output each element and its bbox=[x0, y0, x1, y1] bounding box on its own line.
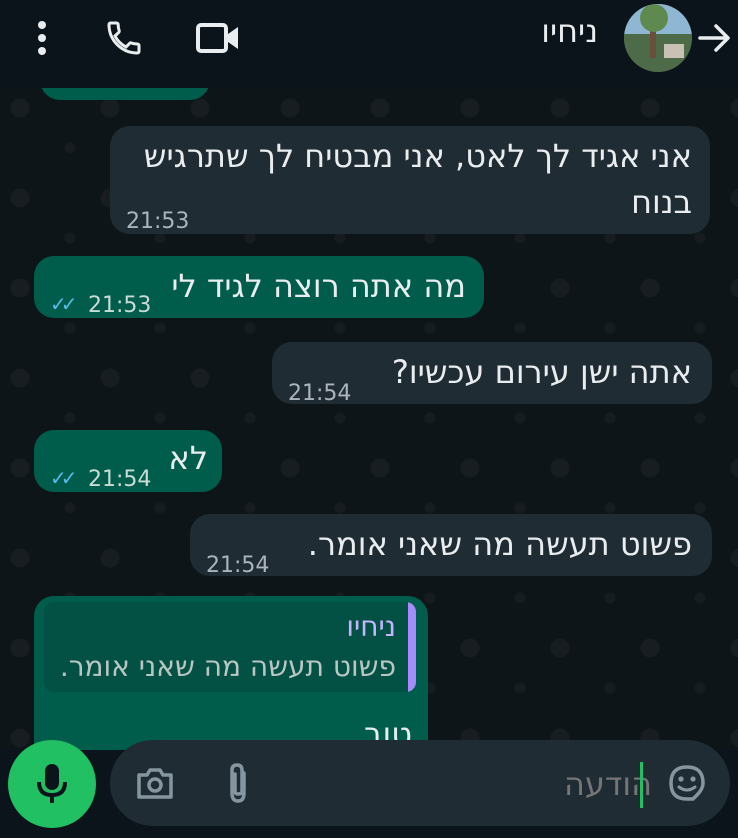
message-input-container bbox=[110, 740, 730, 826]
message-time: 21:53 bbox=[88, 293, 152, 318]
camera-icon bbox=[137, 768, 173, 799]
message-text: בנוח bbox=[631, 183, 692, 221]
chat-header: ניחיו bbox=[0, 0, 738, 88]
avatar[interactable] bbox=[624, 4, 692, 72]
message-bubble-outgoing[interactable]: לא 21:54 ✓✓ bbox=[34, 430, 222, 492]
attach-icon bbox=[230, 763, 246, 803]
message-time: 21:54 bbox=[88, 467, 152, 492]
message-text: לא bbox=[168, 439, 208, 477]
quote-accent-bar bbox=[408, 602, 416, 692]
message-time: 21:54 bbox=[288, 381, 352, 406]
quote-author: ניחיו bbox=[346, 610, 396, 643]
emoji-button[interactable] bbox=[662, 758, 712, 808]
message-time: 21:53 bbox=[126, 209, 190, 234]
voice-message-button[interactable] bbox=[8, 740, 96, 828]
phone-icon bbox=[107, 21, 141, 55]
message-bubble-incoming[interactable]: פשוט תעשה מה שאני אומר. 21:54 bbox=[190, 514, 712, 578]
message-bubble-incoming[interactable]: אני אגיד לך לאט, אני מבטיח לך שתרגיש בנו… bbox=[110, 126, 710, 234]
message-bubble-outgoing[interactable]: מה אתה רוצה לגיד לי 21:53 ✓✓ bbox=[34, 256, 484, 318]
text-cursor bbox=[640, 762, 643, 808]
read-receipt-icon: ✓✓ bbox=[50, 292, 77, 316]
more-options-button[interactable] bbox=[26, 16, 58, 60]
camera-button[interactable] bbox=[132, 760, 178, 806]
back-arrow-icon bbox=[698, 24, 730, 52]
read-receipt-icon: ✓✓ bbox=[50, 466, 77, 490]
voice-call-button[interactable] bbox=[100, 14, 148, 62]
video-call-icon bbox=[196, 23, 238, 53]
message-bubble-partial[interactable] bbox=[40, 88, 210, 100]
emoji-icon bbox=[669, 765, 705, 801]
message-bubble-incoming[interactable]: אתה ישן עירום עכשיו? 21:54 bbox=[272, 342, 712, 406]
attach-button[interactable] bbox=[218, 758, 258, 808]
message-text: אני אגיד לך לאט, אני מבטיח לך שתרגיש bbox=[143, 137, 692, 175]
message-text: אתה ישן עירום עכשיו? bbox=[391, 353, 692, 391]
mic-icon bbox=[37, 764, 67, 803]
quote-text: פשוט תעשה מה שאני אומר. bbox=[59, 650, 396, 683]
contact-name[interactable]: ניחיו bbox=[541, 12, 598, 50]
reply-quote[interactable]: ניחיו פשוט תעשה מה שאני אומר. bbox=[44, 602, 416, 692]
message-time: 21:54 bbox=[206, 553, 270, 578]
message-text: פשוט תעשה מה שאני אומר. bbox=[307, 525, 692, 563]
message-input[interactable] bbox=[280, 758, 654, 810]
chat-area[interactable]: אני אגיד לך לאט, אני מבטיח לך שתרגיש בנו… bbox=[0, 88, 738, 750]
message-text: מה אתה רוצה לגיד לי bbox=[171, 267, 466, 305]
video-call-button[interactable] bbox=[192, 16, 244, 60]
back-button[interactable] bbox=[694, 18, 734, 58]
more-icon bbox=[38, 21, 46, 55]
